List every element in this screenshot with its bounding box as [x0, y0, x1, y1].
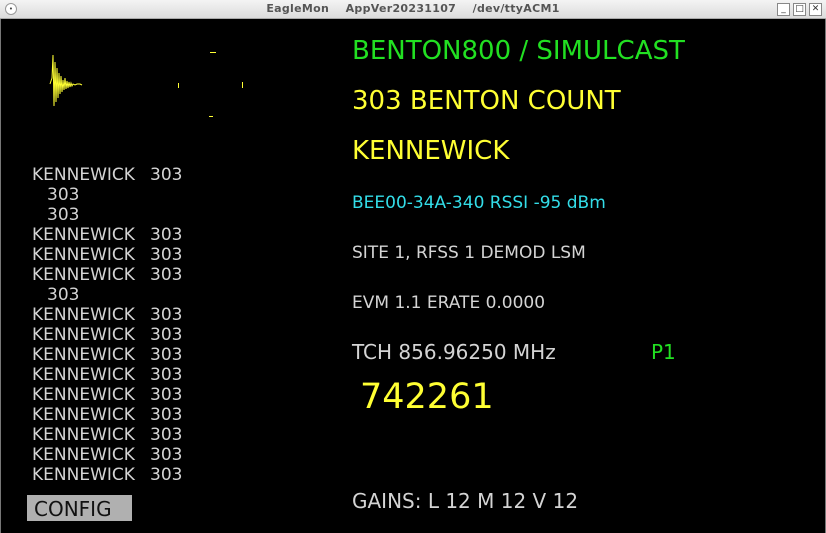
config-button[interactable]: CONFIG: [27, 495, 132, 521]
log-city: KENNEWICK: [32, 165, 135, 185]
waveform-trace: [49, 54, 83, 107]
log-talkgroup: 303: [150, 325, 183, 345]
maximize-icon[interactable]: □: [793, 3, 806, 16]
log-talkgroup: 303: [150, 265, 183, 285]
title-bar: • EagleMon AppVer20231107 /dev/ttyACM1 _…: [0, 0, 826, 19]
log-talkgroup: 303: [150, 225, 183, 245]
log-city: KENNEWICK: [32, 245, 135, 265]
site-name: KENNEWICK: [352, 136, 510, 166]
log-talkgroup: 303: [150, 345, 183, 365]
site-info: SITE 1, RFSS 1 DEMOD LSM: [352, 243, 586, 263]
constellation-dot: [209, 116, 213, 117]
log-talkgroup: 303: [150, 165, 183, 185]
log-city: KENNEWICK: [32, 225, 135, 245]
log-city: KENNEWICK: [32, 265, 135, 285]
tch-frequency: TCH 856.96250 MHz: [352, 340, 556, 364]
log-city: KENNEWICK: [32, 305, 135, 325]
log-city: KENNEWICK: [32, 465, 135, 485]
constellation-dot: [210, 52, 216, 53]
log-city: KENNEWICK: [32, 365, 135, 385]
log-talkgroup: 303: [150, 425, 183, 445]
log-talkgroup: 303: [150, 405, 183, 425]
log-talkgroup: 303: [150, 305, 183, 325]
log-talkgroup: 303: [150, 245, 183, 265]
log-talkgroup: 303: [150, 365, 183, 385]
system-name: BENTON800 / SIMULCAST: [352, 36, 685, 66]
log-city: KENNEWICK: [32, 425, 135, 445]
log-city: KENNEWICK: [32, 405, 135, 425]
phase-indicator: P1: [651, 340, 676, 364]
log-talkgroup: 303: [150, 445, 183, 465]
talkgroup-name: 303 BENTON COUNT: [352, 86, 621, 116]
log-city: KENNEWICK: [32, 445, 135, 465]
log-city: KENNEWICK: [32, 325, 135, 345]
log-talkgroup: 303: [150, 385, 183, 405]
signal-scope: [49, 52, 243, 117]
log-talkgroup: 303: [150, 465, 183, 485]
close-icon[interactable]: ✕: [809, 3, 822, 16]
log-city: KENNEWICK: [32, 345, 135, 365]
minimize-icon[interactable]: _: [777, 3, 790, 16]
log-talkgroup: 303: [47, 285, 80, 305]
radio-id: 742261: [360, 377, 494, 417]
log-talkgroup: 303: [47, 205, 80, 225]
log-talkgroup: 303: [47, 185, 80, 205]
log-city: KENNEWICK: [32, 385, 135, 405]
constellation-dot: [178, 83, 179, 88]
constellation-dot: [242, 82, 243, 88]
id-rssi-readout: BEE00-34A-340 RSSI -95 dBm: [352, 193, 606, 213]
gains-readout: GAINS: L 12 M 12 V 12: [352, 489, 579, 513]
evm-readout: EVM 1.1 ERATE 0.0000: [352, 293, 546, 313]
window-title: EagleMon AppVer20231107 /dev/ttyACM1: [266, 2, 560, 15]
